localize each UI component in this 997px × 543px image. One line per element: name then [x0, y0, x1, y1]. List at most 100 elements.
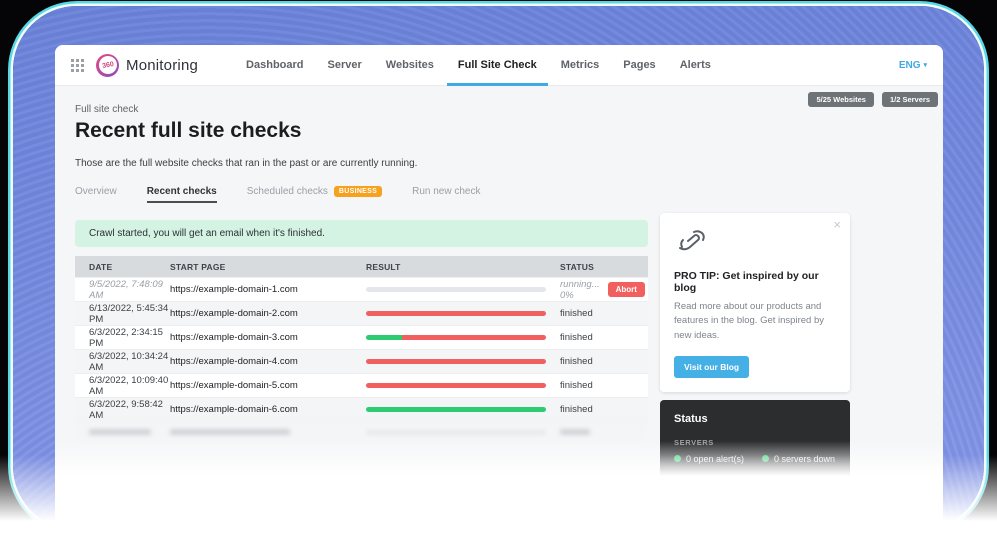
brand-name[interactable]: Monitoring — [126, 57, 198, 74]
table-row[interactable]: 6/3/2022, 10:34:24 AMhttps://example-dom… — [75, 349, 648, 373]
status-sections: SERVERS 0 open alert(s) 0 servers down WEBS… — [674, 438, 836, 513]
page-title: Recent full site checks — [75, 119, 923, 143]
status-item-label: 0 servers down — [774, 454, 835, 464]
status-item-label: 0 websites down — [774, 493, 836, 513]
close-icon[interactable]: × — [833, 217, 841, 232]
nav-item-metrics[interactable]: Metrics — [549, 45, 612, 85]
nav-item-dashboard[interactable]: Dashboard — [234, 45, 315, 85]
status-cell: finished — [560, 380, 648, 391]
status-item: 0 open alert(s) — [674, 493, 762, 513]
status-text: finished — [560, 308, 593, 319]
start-page-cell: https://example-domain-3.com — [170, 332, 366, 343]
usage-badge: 1/2 Servers — [882, 92, 938, 107]
start-page-cell: https://example-domain-5.com — [170, 380, 366, 391]
brand-logo-text: 360 — [97, 55, 118, 76]
status-item: 0 websites down — [762, 493, 836, 513]
nav-item-server[interactable]: Server — [316, 45, 374, 85]
date-cell: 6/3/2022, 9:58:42 AM — [75, 399, 170, 421]
progress-segment — [402, 335, 546, 340]
progress-bar — [366, 359, 546, 364]
page-content: 5/25 Websites1/2 Servers Full site check… — [55, 86, 943, 525]
progress-segment — [366, 359, 546, 364]
table-row[interactable]: 6/3/2022, 2:34:15 PMhttps://example-doma… — [75, 325, 648, 349]
protip-title: PRO TIP: Get inspired by our blog — [674, 270, 836, 294]
start-page-cell: https://example-domain-6.com — [170, 404, 366, 415]
date-cell: 6/3/2022, 10:09:40 AM — [75, 375, 170, 397]
snap-fingers-icon — [674, 227, 712, 255]
visit-blog-button[interactable]: Visit our Blog — [674, 356, 749, 378]
status-item: 0 open alert(s) — [674, 454, 762, 464]
nav-item-websites[interactable]: Websites — [374, 45, 446, 85]
start-page-cell: https://example-domain-2.com — [170, 308, 366, 319]
progress-segment — [366, 311, 546, 316]
result-cell — [366, 359, 560, 364]
page-subtitle: Those are the full website checks that r… — [75, 158, 923, 169]
green-status-dot-icon — [674, 499, 681, 506]
tab-overview[interactable]: Overview — [75, 186, 117, 203]
progress-segment — [366, 335, 402, 340]
status-items-row: 0 open alert(s) 0 servers down — [674, 454, 836, 464]
success-banner: Crawl started, you will get an email whe… — [75, 220, 648, 247]
status-section-label: WEBSITES — [674, 477, 836, 486]
status-item: 0 servers down — [762, 454, 835, 464]
table-body: 9/5/2022, 7:48:09 AMhttps://example-doma… — [75, 277, 648, 421]
column-header: DATE — [75, 262, 170, 272]
status-section-label: SERVERS — [674, 438, 836, 447]
nav-item-alerts[interactable]: Alerts — [668, 45, 723, 85]
nav-item-pages[interactable]: Pages — [611, 45, 667, 85]
tab-label: Recent checks — [147, 186, 217, 197]
column-header: STATUS — [560, 262, 648, 272]
tab-recent-checks[interactable]: Recent checks — [147, 186, 217, 203]
result-cell — [366, 407, 560, 412]
progress-bar — [366, 335, 546, 340]
table-row[interactable]: 6/13/2022, 5:45:34 PMhttps://example-dom… — [75, 301, 648, 325]
tab-run-new-check[interactable]: Run new check — [412, 186, 480, 203]
date-cell: 9/5/2022, 7:48:09 AM — [75, 279, 170, 301]
table-row[interactable]: 6/3/2022, 9:58:42 AMhttps://example-doma… — [75, 397, 648, 421]
table-header-row: DATESTART PAGERESULTSTATUS — [75, 256, 648, 277]
progress-bar — [366, 311, 546, 316]
status-cell: finished — [560, 308, 648, 319]
breadcrumb: Full site check — [75, 86, 923, 115]
table-row[interactable]: 9/5/2022, 7:48:09 AMhttps://example-doma… — [75, 277, 648, 301]
brand-logo-icon[interactable]: 360 — [96, 54, 119, 77]
abort-button[interactable]: Abort — [608, 282, 645, 297]
result-cell — [366, 383, 560, 388]
top-nav: 360 Monitoring DashboardServerWebsitesFu… — [55, 45, 943, 86]
status-text: finished — [560, 356, 593, 367]
tab-label: Run new check — [412, 186, 480, 197]
status-item-label: 0 open alert(s) — [686, 498, 744, 508]
status-cell: running... 0% Abort — [560, 279, 651, 301]
status-cell: finished — [560, 332, 648, 343]
protip-body: Read more about our products and feature… — [674, 300, 836, 343]
start-page-cell: https://example-domain-1.com — [170, 284, 366, 295]
language-selector[interactable]: ENG ▾ — [899, 60, 927, 71]
nav-items: DashboardServerWebsitesFull Site CheckMe… — [234, 45, 723, 85]
result-cell — [366, 311, 560, 316]
status-item-label: 0 open alert(s) — [686, 454, 744, 464]
green-status-dot-icon — [762, 499, 769, 506]
status-text: finished — [560, 380, 593, 391]
business-badge: BUSINESS — [334, 186, 382, 197]
apps-grid-icon[interactable] — [71, 59, 84, 72]
table-row[interactable]: 6/3/2022, 10:09:40 AMhttps://example-dom… — [75, 373, 648, 397]
green-status-dot-icon — [762, 455, 769, 462]
protip-card: × PRO TIP: Get inspired by our blog Read… — [660, 213, 850, 392]
chevron-down-icon: ▾ — [923, 61, 927, 69]
result-cell — [366, 287, 560, 292]
tab-label: Scheduled checks — [247, 186, 328, 197]
start-page-cell: https://example-domain-4.com — [170, 356, 366, 367]
date-cell: 6/13/2022, 5:45:34 PM — [75, 303, 170, 325]
status-card-title: Status — [674, 413, 836, 425]
progress-segment — [366, 407, 546, 412]
table-row-faded — [75, 421, 648, 442]
app-window: 360 Monitoring DashboardServerWebsitesFu… — [55, 45, 943, 525]
tab-scheduled-checks[interactable]: Scheduled checks BUSINESS — [247, 186, 382, 203]
status-text: running... 0% — [560, 279, 600, 301]
checks-column: Crawl started, you will get an email whe… — [75, 220, 648, 442]
column-header: START PAGE — [170, 262, 366, 272]
nav-item-full-site-check[interactable]: Full Site Check — [446, 45, 549, 85]
sidebar-column: × PRO TIP: Get inspired by our blog Read… — [660, 213, 850, 518]
main-area: Crawl started, you will get an email whe… — [75, 220, 923, 518]
status-text: finished — [560, 332, 593, 343]
